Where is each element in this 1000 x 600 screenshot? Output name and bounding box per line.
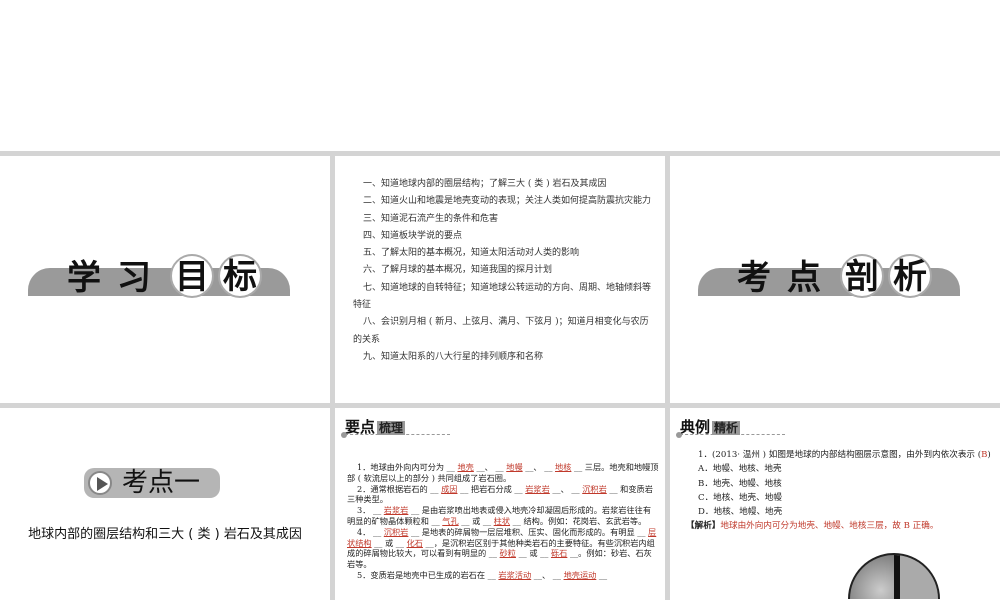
section-heading: 要点 梳理 — [341, 416, 450, 438]
answer-fill: 砂粒 — [499, 548, 516, 559]
banner-char: 剖 — [840, 254, 884, 298]
goal-item: 五、了解太阳的基本概况，知道太阳活动对人类的影响 — [363, 248, 580, 259]
question: 1．(2013· 温州 ) 如图是地球的内部结构圈层示意图，由外到内依次表示 ( — [698, 450, 982, 460]
answer-fill: 地幔 — [506, 462, 523, 472]
text-segment: __ 是地表的碎屑物一层层堆积、压实、固化而形成的。有明显 __ — [408, 526, 649, 537]
example-body: 1．(2013· 温州 ) 如图是地球的内部结构圈层示意图，由外到内依次表示 (… — [686, 448, 992, 534]
goal-item: 九、知道太阳系的八大行星的排列顺序和名称 — [363, 351, 544, 362]
slide-learning-goals-title[interactable]: 学 习 目 标 — [0, 156, 330, 403]
banner-char: 目 — [170, 254, 214, 298]
question-text: 1．(2013· 温州 ) 如图是地球的内部结构圈层示意图，由外到内依次表示 (… — [686, 448, 992, 462]
answer-fill: 气孔 — [442, 515, 459, 526]
text-segment: 4． __ — [357, 526, 384, 537]
banner-char: 考 — [737, 258, 771, 298]
kaodian-title: 地球内部的圈层结构和三大 ( 类 ) 岩石及其成因 — [28, 527, 302, 542]
section-title-box: 梳理 — [377, 421, 406, 435]
answer-fill: 地核 — [555, 462, 572, 472]
text-segment: __、 __ — [473, 462, 507, 472]
slide-example[interactable]: 典例 精析 1．(2013· 温州 ) 如图是地球的内部结构圈层示意图，由外到内依… — [670, 408, 1000, 600]
text-segment: __、 __ — [549, 483, 583, 494]
banner-char: 点 — [787, 258, 821, 298]
banner-char: 学 — [67, 258, 101, 298]
text-segment: __ 或 __ — [371, 537, 407, 548]
slide-learning-goals-list[interactable]: 一、知道地球内部的圈层结构；了解三大 ( 类 ) 岩石及其成因二、知道火山和地震… — [335, 156, 665, 403]
key-point: 3． __ 岩浆岩 __ 是由岩浆喷出地表或侵入地壳冷却凝固后形成的。岩浆岩往往… — [347, 505, 659, 527]
answer-fill: 沉积岩 — [383, 526, 409, 537]
text-segment: __、 __ — [522, 462, 556, 472]
option: B．地壳、地幔、地核 — [698, 478, 782, 489]
answer-fill: 成因 — [441, 483, 458, 494]
answer-fill: 岩浆活动 — [498, 569, 532, 580]
key-point: 2．通常根据岩石的 __ 成因 __ 把岩石分成 __ 岩浆岩 __、 __ 沉… — [347, 484, 659, 506]
question-end: ) — [987, 450, 991, 460]
answer-fill: 柱状 — [493, 515, 511, 526]
text-segment: __ 或 __ — [458, 515, 494, 526]
text-segment: __ 把岩石分成 __ — [457, 483, 526, 494]
kaodian-label: 考点一 — [122, 468, 201, 498]
text-segment: 2．通常根据岩石的 __ — [357, 483, 442, 494]
earth-structure-image — [848, 553, 940, 599]
key-point: 4． __ 沉积岩 __ 是地表的碎屑物一层层堆积、压实、固化而形成的。有明显 … — [347, 527, 659, 570]
banner-char: 标 — [218, 254, 262, 298]
answer-fill: 沉积岩 — [582, 483, 607, 494]
section-heading: 典例 精析 — [676, 416, 785, 438]
analysis-banner: 考 点 剖 析 — [698, 254, 960, 298]
section-title-box: 精析 — [712, 421, 741, 435]
goal-item: 八、会识别月相 ( 新月、上弦月、满月、下弦月 )；知道月相变化与农历的关系 — [353, 317, 649, 345]
text-segment: 5．变质岩是地壳中已生成的岩石在 __ — [357, 569, 499, 580]
option: C．地核、地壳、地幔 — [698, 492, 782, 503]
answer-fill: 岩浆岩 — [525, 483, 550, 494]
banner-char: 析 — [888, 254, 932, 298]
text-segment: __ — [596, 569, 608, 580]
slide-analysis-title[interactable]: 考 点 剖 析 — [670, 156, 1000, 403]
analysis-text: 地球由外向内可分为地壳、地幔、地核三层，故 B 正确。 — [720, 521, 939, 532]
goal-item: 二、知道火山和地震是地壳变动的表现；关注人类如何提高防震抗灾能力 — [363, 196, 652, 207]
goal-item: 六、了解月球的基本概况，知道我国的探月计划 — [363, 265, 553, 276]
goal-item: 一、知道地球内部的圈层结构；了解三大 ( 类 ) 岩石及其成因 — [363, 179, 607, 189]
text-segment: __、 __ — [531, 569, 564, 580]
kaodian-badge: 考点一 — [84, 468, 220, 498]
goal-item: 三、知道泥石流产生的条件和危害 — [363, 213, 499, 224]
text-segment: 1．地球由外向内可分为 __ — [357, 462, 458, 472]
goal-item: 四、知道板块学说的要点 — [363, 230, 463, 241]
slide-kaodian[interactable]: 考点一 地球内部的圈层结构和三大 ( 类 ) 岩石及其成因 — [0, 408, 330, 600]
answer-fill: 地壳 — [457, 462, 474, 472]
banner-char: 习 — [117, 258, 151, 298]
learning-goals-banner: 学 习 目 标 — [28, 254, 290, 298]
text-segment: __ 结构。例如：花岗岩、玄武岩等。 — [510, 515, 647, 526]
key-point: 5．变质岩是地壳中已生成的岩石在 __ 岩浆活动 __、 __ 地壳运动 __ — [347, 570, 659, 581]
key-points-body: 1．地球由外向内可分为 __ 地壳 __、 __ 地幔 __、 __ 地核 __… — [347, 462, 659, 581]
goals-list: 一、知道地球内部的圈层结构；了解三大 ( 类 ) 岩石及其成因二、知道火山和地震… — [353, 176, 655, 366]
text-segment: __ 或 __ — [515, 548, 551, 559]
goal-item: 七、知道地球的自转特征；知道地球公转运动的方向、周期、地轴倾斜等特征 — [353, 282, 652, 311]
slide-key-points[interactable]: 要点 梳理 1．地球由外向内可分为 __ 地壳 __、 __ 地幔 __、 __ … — [335, 408, 665, 600]
answer-fill: 岩浆岩 — [383, 505, 409, 516]
answer-fill: 地壳运动 — [563, 569, 597, 580]
answer-fill: 化石 — [406, 537, 423, 548]
answer-fill: 砾石 — [550, 548, 568, 559]
play-icon — [88, 471, 112, 495]
option: A．地幔、地核、地壳 — [698, 464, 782, 475]
text-segment: 3． __ — [357, 505, 384, 516]
option: D．地核、地幔、地壳 — [698, 507, 783, 518]
analysis-label: 【解析】 — [686, 521, 721, 532]
analysis: 【解析】地球由外向内可分为地壳、地幔、地核三层，故 B 正确。 — [686, 519, 992, 533]
blank-slide-area — [0, 0, 1000, 151]
key-point: 1．地球由外向内可分为 __ 地壳 __、 __ 地幔 __、 __ 地核 __… — [347, 462, 659, 484]
